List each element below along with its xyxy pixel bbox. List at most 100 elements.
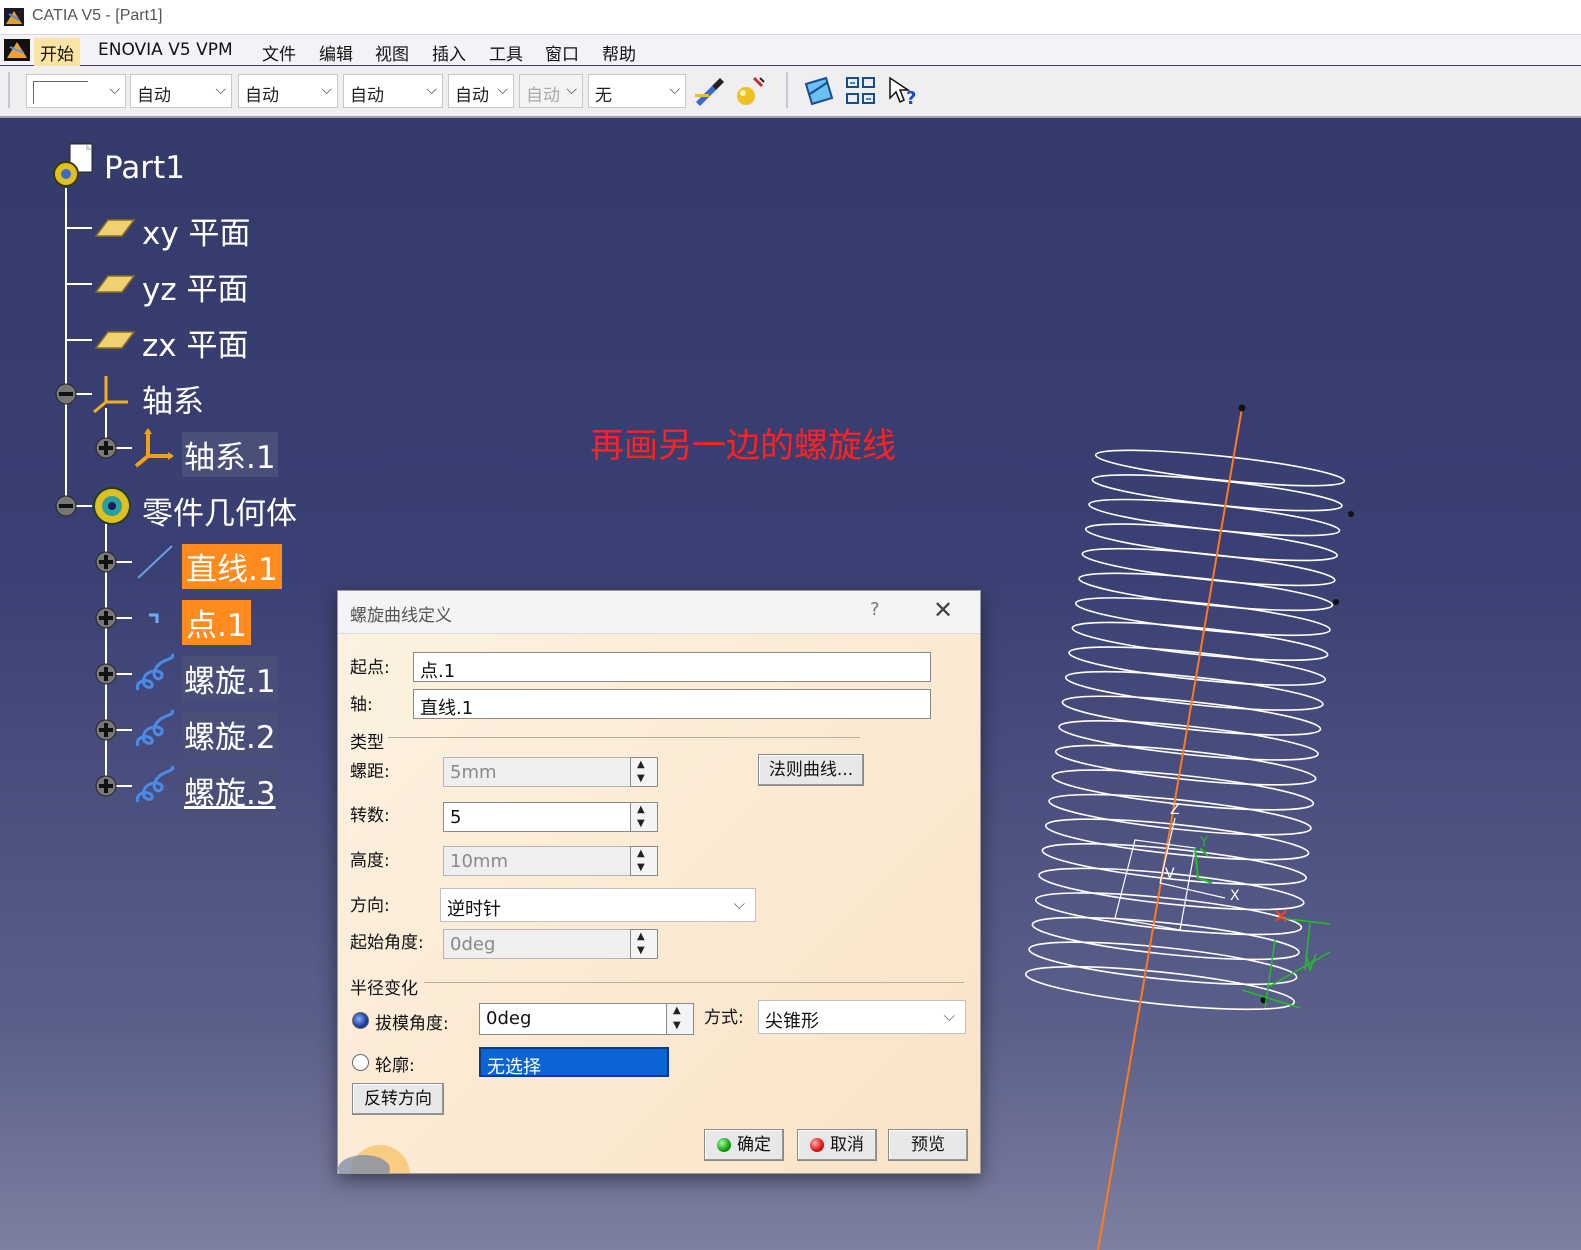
tree-item-xy-plane[interactable]: xy 平面: [142, 208, 251, 253]
layer-combo[interactable]: 无 ⌵: [588, 74, 686, 108]
menu-enovia[interactable]: ENOVIA V5 VPM: [92, 38, 239, 62]
helix-coil: [1061, 695, 1322, 736]
combo-value: 无: [595, 86, 612, 106]
expand-plus-icon[interactable]: [95, 437, 117, 459]
turns-field[interactable]: 5: [443, 802, 631, 832]
start-angle-label: 起始角度:: [350, 933, 424, 953]
tree-root-part1[interactable]: Part1: [104, 150, 185, 186]
window-titlebar: CATIA V5 - [Part1]: [0, 0, 1581, 35]
expand-plus-icon[interactable]: [95, 551, 117, 573]
helix-coil: [1051, 769, 1315, 811]
helix-geometry[interactable]: Z V X Y: [980, 378, 1400, 1250]
help-icon[interactable]: ?: [870, 599, 880, 620]
menu-view[interactable]: 视图: [369, 38, 415, 67]
dialog-titlebar[interactable]: 螺旋曲线定义 ? ✕: [338, 591, 980, 634]
helix-coil: [1054, 744, 1317, 786]
reverse-direction-button[interactable]: 反转方向: [352, 1083, 444, 1115]
ok-button-label: 确定: [737, 1135, 771, 1155]
chevron-down-icon: ⌵: [321, 82, 332, 98]
mode-value: 尖锥形: [765, 1011, 819, 1032]
start-point-field[interactable]: 点.1: [413, 652, 931, 682]
axis-field[interactable]: 直线.1: [413, 689, 931, 719]
start-angle-field: 0deg: [443, 929, 631, 959]
tree-item-point-1[interactable]: 点.1: [182, 600, 251, 645]
close-icon[interactable]: ✕: [933, 596, 953, 624]
draft-angle-spinner[interactable]: ▲ ▼: [666, 1003, 694, 1035]
tree-item-helix-2[interactable]: 螺旋.2: [182, 712, 278, 757]
tree-item-part-body[interactable]: 零件几何体: [142, 488, 297, 533]
catia-start-icon[interactable]: [4, 39, 30, 61]
menu-tools[interactable]: 工具: [483, 38, 529, 67]
chevron-down-icon: ⌵: [215, 82, 226, 98]
draft-angle-radio[interactable]: [352, 1012, 369, 1029]
helix-icon: [135, 765, 175, 803]
painter-icon[interactable]: [692, 74, 726, 108]
type-separator: [388, 737, 860, 738]
turns-spinner[interactable]: ▲ ▼: [630, 802, 658, 832]
part-icon[interactable]: [48, 142, 96, 190]
expand-plus-icon[interactable]: [95, 663, 117, 685]
cancel-button[interactable]: 取消: [797, 1129, 877, 1161]
chevron-down-icon: ⌵: [497, 82, 508, 98]
menu-window[interactable]: 窗口: [539, 38, 585, 67]
toolbar-grip[interactable]: [8, 72, 13, 108]
plane-icon: [94, 219, 136, 237]
plane-icon: [94, 275, 136, 293]
expand-plus-icon[interactable]: [95, 607, 117, 629]
graphic-properties-icon[interactable]: [734, 74, 768, 108]
height-field: 10mm: [443, 846, 631, 876]
ok-green-icon: [717, 1138, 731, 1152]
layer-mode-combo: 自动 ⌵: [519, 74, 583, 108]
menu-insert[interactable]: 插入: [426, 38, 472, 67]
preview-button[interactable]: 预览: [888, 1129, 968, 1161]
point-icon: [149, 613, 159, 623]
tree-item-axis-systems[interactable]: 轴系: [142, 376, 204, 421]
direction-select[interactable]: 逆时针 ⌵: [440, 888, 756, 922]
helix-coil: [1084, 523, 1338, 562]
part-body-icon: [93, 487, 131, 525]
point-type-combo[interactable]: 自动 ⌵: [448, 74, 514, 108]
tree-item-axis-system-1[interactable]: 轴系.1: [182, 432, 278, 477]
collapse-minus-icon[interactable]: [55, 383, 77, 405]
helix-coil: [1031, 916, 1300, 961]
collapse-minus-icon[interactable]: [55, 495, 77, 517]
law-curve-button[interactable]: 法则曲线...: [758, 754, 864, 786]
tree-item-helix-1[interactable]: 螺旋.1: [182, 656, 278, 701]
cancel-red-icon: [810, 1138, 824, 1152]
turns-label: 转数:: [350, 806, 390, 826]
menu-start[interactable]: 开始: [34, 38, 80, 67]
chevron-down-icon: ⌵: [426, 82, 437, 98]
helix-coil: [1081, 547, 1336, 587]
sketch-plane-icon[interactable]: [802, 74, 836, 108]
menu-edit[interactable]: 编辑: [313, 38, 359, 67]
helix-coil: [1071, 621, 1329, 661]
profile-radio[interactable]: [352, 1054, 369, 1071]
color-combo[interactable]: ⌵: [26, 74, 126, 108]
menu-help[interactable]: 帮助: [596, 38, 642, 67]
tree-item-line-1[interactable]: 直线.1: [182, 544, 282, 589]
selection-sets-icon[interactable]: [844, 74, 878, 108]
mode-select[interactable]: 尖锥形 ⌵: [758, 1000, 966, 1034]
helix-icon: [135, 653, 175, 691]
menu-bar: 开始 ENOVIA V5 VPM 文件 编辑 视图 插入 工具 窗口 帮助: [0, 35, 1581, 67]
annotation-text: 再画另一边的螺旋线: [590, 426, 896, 466]
type-section-label: 类型: [350, 733, 384, 753]
line-thickness-combo[interactable]: 自动 ⌵: [238, 74, 338, 108]
svg-text:?: ?: [906, 88, 916, 108]
ok-button[interactable]: 确定: [704, 1129, 784, 1161]
plane-icon: [94, 331, 136, 349]
expand-plus-icon[interactable]: [95, 775, 117, 797]
line-type-combo[interactable]: 自动 ⌵: [343, 74, 443, 108]
helix-coil: [1044, 818, 1310, 861]
whats-this-icon[interactable]: ?: [886, 74, 920, 108]
properties-toolbar: ⌵ 自动 ⌵ 自动 ⌵ 自动 ⌵ 自动 ⌵ 自动 ⌵ 无 ⌵ ?: [0, 66, 1581, 118]
menu-file[interactable]: 文件: [256, 38, 302, 67]
expand-plus-icon[interactable]: [95, 719, 117, 741]
tree-item-zx-plane[interactable]: zx 平面: [142, 320, 248, 365]
profile-field[interactable]: 无选择: [479, 1047, 669, 1078]
transparency-combo[interactable]: 自动 ⌵: [130, 74, 232, 108]
window-title: CATIA V5 - [Part1]: [32, 7, 163, 24]
tree-item-helix-3[interactable]: 螺旋.3: [182, 768, 278, 813]
draft-angle-field[interactable]: 0deg: [479, 1003, 667, 1035]
tree-item-yz-plane[interactable]: yz 平面: [142, 264, 248, 309]
